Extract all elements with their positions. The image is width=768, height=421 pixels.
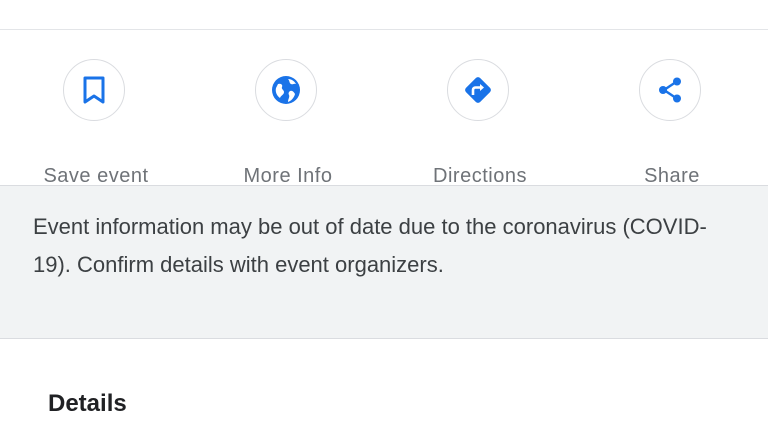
event-page: Save event More Info Directions Share Ev… (0, 0, 768, 421)
share-label: Share (644, 165, 700, 187)
share-button[interactable]: Share (576, 59, 768, 187)
more-info-button[interactable]: More Info (192, 59, 384, 187)
directions-icon-circle[interactable] (447, 59, 509, 121)
save-event-label: Save event (43, 165, 149, 187)
notice-text: Event information may be out of date due… (33, 214, 707, 277)
more-info-label: More Info (243, 165, 333, 187)
directions-icon (465, 77, 491, 103)
action-bar: Save event More Info Directions Share (0, 30, 768, 187)
directions-button[interactable]: Directions (384, 59, 576, 187)
covid-notice: Event information may be out of date due… (0, 186, 768, 339)
share-icon (659, 77, 681, 103)
share-icon-circle[interactable] (639, 59, 701, 121)
save-event-icon-circle[interactable] (63, 59, 125, 121)
save-event-button[interactable]: Save event (0, 59, 192, 187)
details-heading: Details (48, 390, 127, 417)
globe-icon (272, 76, 300, 104)
more-info-icon-circle[interactable] (255, 59, 317, 121)
top-section (0, 0, 768, 30)
bookmark-icon (83, 76, 105, 104)
directions-label: Directions (433, 165, 527, 187)
